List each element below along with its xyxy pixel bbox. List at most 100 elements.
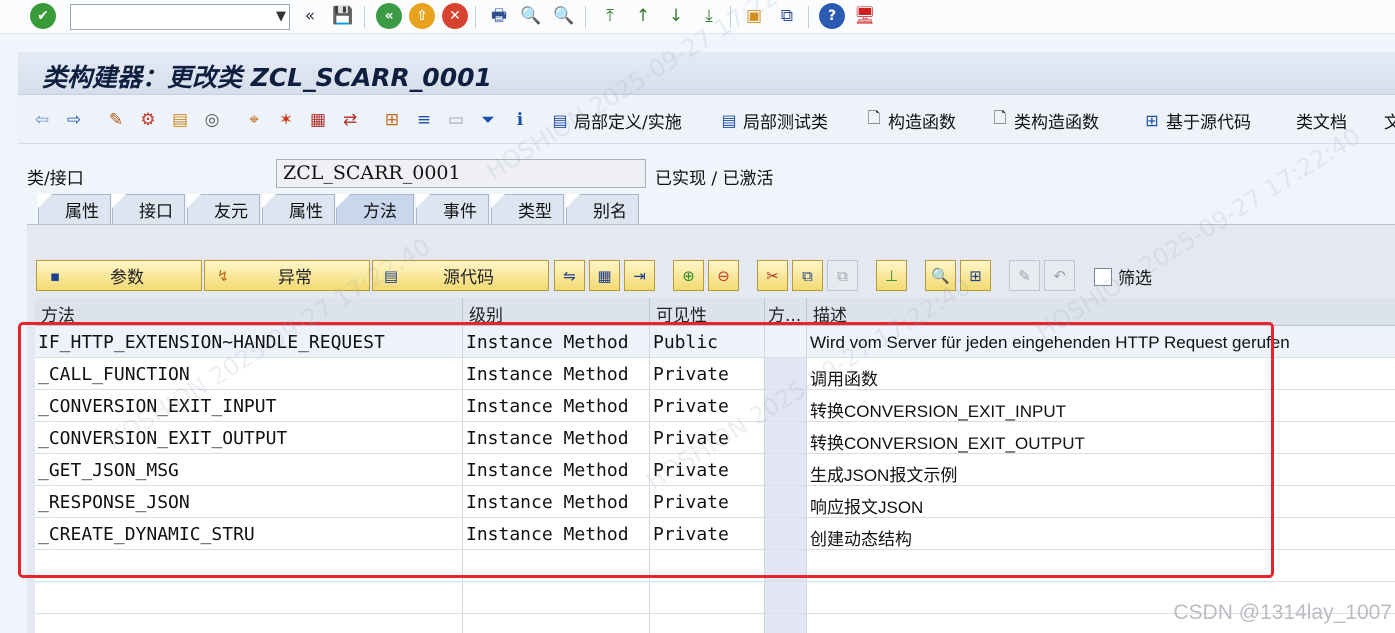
visibility-cell[interactable]: Private xyxy=(650,518,765,550)
tab-types[interactable]: 类型 xyxy=(491,194,564,224)
visibility-cell[interactable]: Private xyxy=(650,390,765,422)
header-description[interactable]: 描述 xyxy=(807,298,1395,326)
command-field[interactable]: ▼ xyxy=(70,4,290,30)
customize-layout-icon[interactable]: 🖥 xyxy=(852,3,878,29)
shortcut-icon[interactable]: ⧉ xyxy=(774,3,800,29)
method-cell[interactable]: _GET_JSON_MSG xyxy=(35,454,463,486)
parameters-button[interactable]: ▪ 参数 xyxy=(36,260,202,291)
copy-icon[interactable]: ⧉ xyxy=(792,260,823,291)
method-cell[interactable]: _CALL_FUNCTION xyxy=(35,358,463,390)
description-cell[interactable]: 调用函数 xyxy=(807,358,1395,390)
display-change-icon[interactable]: ✎ xyxy=(104,108,128,132)
table-row[interactable]: _CONVERSION_EXIT_INPUT Instance Method P… xyxy=(35,390,1395,422)
cut-icon[interactable]: ✂ xyxy=(757,260,788,291)
active-inactive-icon[interactable]: ⚙ xyxy=(136,108,160,132)
edit-disabled-icon[interactable]: ✎ xyxy=(1009,260,1040,291)
detail-view-icon[interactable]: ▦ xyxy=(589,260,620,291)
filter-icon[interactable]: ⏷ xyxy=(476,108,500,132)
table-row[interactable]: _CALL_FUNCTION Instance Method Private 调… xyxy=(35,358,1395,390)
next-page-icon[interactable]: ↓ xyxy=(663,3,689,29)
text-button[interactable]: 文 xyxy=(1384,106,1395,134)
undo-row-icon[interactable]: ⊥ xyxy=(876,260,907,291)
find-in-table-icon[interactable]: 🔍 xyxy=(925,260,956,291)
level-cell[interactable]: Instance Method xyxy=(463,358,650,390)
method-interface-icon[interactable]: ⇋ xyxy=(554,260,585,291)
source-code-button[interactable]: ▤ 源代码 xyxy=(372,260,549,291)
table-row[interactable]: IF_HTTP_EXTENSION~HANDLE_REQUEST Instanc… xyxy=(35,326,1395,358)
class-name-field[interactable]: ZCL_SCARR_0001 xyxy=(276,159,646,188)
checkbox-icon[interactable] xyxy=(1094,267,1112,286)
stack-icon[interactable]: ≡ xyxy=(412,108,436,132)
tab-aliases[interactable]: 别名 xyxy=(566,194,639,224)
class-documentation-button[interactable]: 类文档 xyxy=(1296,106,1347,134)
filter-checkbox[interactable]: 筛选 xyxy=(1094,264,1152,289)
tab-methods[interactable]: 方法 xyxy=(336,194,414,224)
header-method-type[interactable]: 方... xyxy=(765,298,807,326)
save-icon[interactable]: 💾 xyxy=(330,3,356,29)
table-row-empty[interactable] xyxy=(35,550,1395,582)
source-code-based-button[interactable]: ⊞ 基于源代码 xyxy=(1143,106,1251,134)
object-list-icon[interactable]: ▦ xyxy=(306,108,330,132)
description-cell[interactable]: 创建动态结构 xyxy=(807,518,1395,550)
navigate-icon[interactable]: ⇥ xyxy=(624,260,655,291)
method-cell[interactable]: IF_HTTP_EXTENSION~HANDLE_REQUEST xyxy=(35,326,463,358)
header-visibility[interactable]: 可见性 xyxy=(650,298,765,326)
header-method[interactable]: 方法 xyxy=(35,298,463,326)
delete-row-icon[interactable]: ⊖ xyxy=(708,260,739,291)
table-row[interactable]: _GET_JSON_MSG Instance Method Private 生成… xyxy=(35,454,1395,486)
table-row[interactable]: _RESPONSE_JSON Instance Method Private 响… xyxy=(35,486,1395,518)
check-object-icon[interactable]: ▤ xyxy=(168,108,192,132)
method-cell[interactable]: _CREATE_DYNAMIC_STRU xyxy=(35,518,463,550)
visibility-cell[interactable]: Public xyxy=(650,326,765,358)
description-cell[interactable]: 生成JSON报文示例 xyxy=(807,454,1395,486)
level-cell[interactable]: Instance Method xyxy=(463,518,650,550)
header-level[interactable]: 级别 xyxy=(463,298,650,326)
previous-page-icon[interactable]: ↑ xyxy=(630,3,656,29)
table-row[interactable]: _CONVERSION_EXIT_OUTPUT Instance Method … xyxy=(35,422,1395,454)
visibility-cell[interactable]: Private xyxy=(650,422,765,454)
method-cell[interactable]: _RESPONSE_JSON xyxy=(35,486,463,518)
description-cell[interactable]: 转换CONVERSION_EXIT_INPUT xyxy=(807,390,1395,422)
tab-interfaces[interactable]: 接口 xyxy=(112,194,185,224)
help-icon[interactable]: ? xyxy=(819,3,845,29)
visibility-cell[interactable]: Private xyxy=(650,486,765,518)
tab-attributes[interactable]: 属性 xyxy=(38,194,111,224)
tab-friends[interactable]: 友元 xyxy=(187,194,260,224)
first-page-icon[interactable]: ⤒ xyxy=(597,3,623,29)
print-icon[interactable]: 🖶 xyxy=(486,3,512,29)
back-arrow-icon[interactable]: ⇦ xyxy=(30,108,54,132)
find-icon[interactable]: 🔍 xyxy=(518,3,544,29)
method-cell[interactable]: _CONVERSION_EXIT_INPUT xyxy=(35,390,463,422)
class-constructor-button[interactable]: 🗋 类构造函数 xyxy=(991,106,1099,134)
double-left-arrow-icon[interactable]: « xyxy=(297,3,323,29)
local-definitions-button[interactable]: ▤ 局部定义/实施 xyxy=(551,106,681,134)
where-used-icon[interactable]: ⌖ xyxy=(242,108,266,132)
check-icon[interactable]: ✔ xyxy=(30,3,56,29)
description-cell[interactable]: Wird vom Server für jeden eingehenden HT… xyxy=(807,326,1395,358)
paste-icon[interactable]: ⧉ xyxy=(827,260,858,291)
hierarchy-icon[interactable]: ⊞ xyxy=(380,108,404,132)
find-next-icon[interactable]: 🔍 xyxy=(551,3,577,29)
insert-row-icon[interactable]: ⊕ xyxy=(673,260,704,291)
worklist-icon[interactable]: ▭ xyxy=(444,108,468,132)
level-cell[interactable]: Instance Method xyxy=(463,486,650,518)
level-cell[interactable]: Instance Method xyxy=(463,326,650,358)
tab-events[interactable]: 事件 xyxy=(416,194,489,224)
activate-icon[interactable]: ◎ xyxy=(200,108,224,132)
chevron-down-icon[interactable]: ▼ xyxy=(276,9,286,24)
description-cell[interactable]: 转换CONVERSION_EXIT_OUTPUT xyxy=(807,422,1395,454)
visibility-cell[interactable]: Private xyxy=(650,454,765,486)
exceptions-button[interactable]: ↯ 异常 xyxy=(204,260,370,291)
back-icon[interactable]: « xyxy=(376,3,402,29)
level-cell[interactable]: Instance Method xyxy=(463,390,650,422)
description-cell[interactable]: 响应报文JSON xyxy=(807,486,1395,518)
info-icon[interactable]: ℹ xyxy=(508,108,532,132)
forward-arrow-icon[interactable]: ⇨ xyxy=(62,108,86,132)
test-icon[interactable]: ✶ xyxy=(274,108,298,132)
exit-icon[interactable]: ⇧ xyxy=(409,3,435,29)
method-cell[interactable]: _CONVERSION_EXIT_OUTPUT xyxy=(35,422,463,454)
constructor-button[interactable]: 🗋 构造函数 xyxy=(865,106,956,134)
visibility-cell[interactable]: Private xyxy=(650,358,765,390)
table-row[interactable]: _CREATE_DYNAMIC_STRU Instance Method Pri… xyxy=(35,518,1395,550)
navigation-icon[interactable]: ⇄ xyxy=(338,108,362,132)
